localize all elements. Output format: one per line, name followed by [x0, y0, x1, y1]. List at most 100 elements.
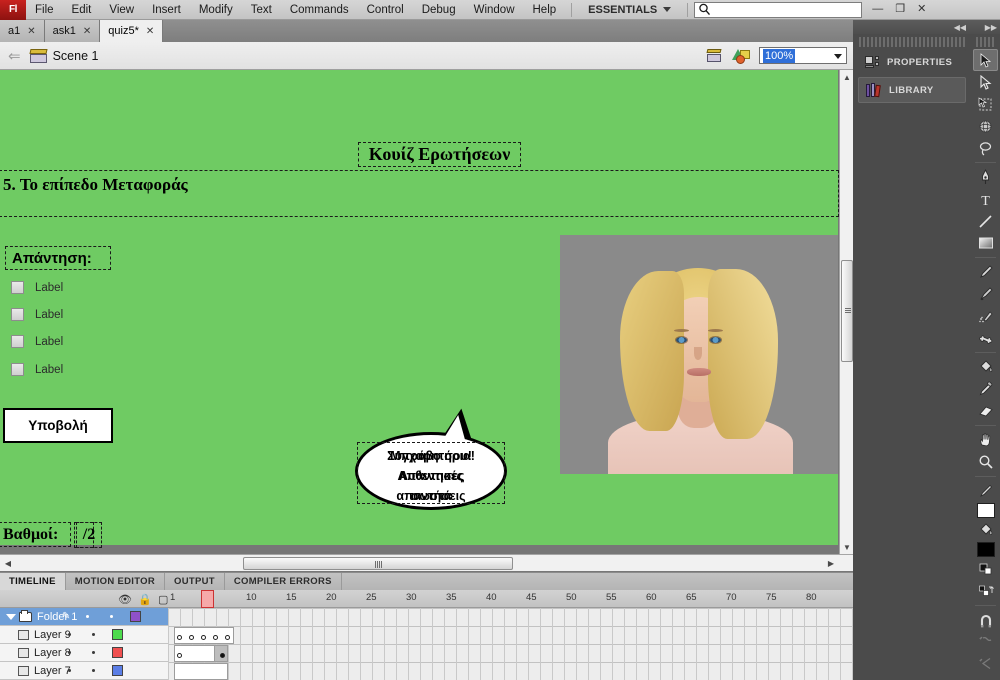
checkbox-row-3[interactable]: Label [11, 335, 63, 348]
frame-span-layer7[interactable] [174, 663, 228, 680]
menu-debug[interactable]: Debug [413, 0, 465, 20]
textfield-answer-label[interactable]: Απάντηση: [5, 246, 111, 270]
menu-view[interactable]: View [100, 0, 143, 20]
checkbox-icon[interactable] [11, 308, 24, 321]
paint-bucket-tool[interactable] [973, 356, 998, 378]
menu-control[interactable]: Control [358, 0, 413, 20]
zoom-level-input[interactable]: 100% [759, 47, 847, 64]
layer-color-swatch[interactable] [112, 647, 123, 658]
lock-icon[interactable]: 🔒 [138, 593, 152, 606]
edit-symbols-icon[interactable] [732, 48, 751, 64]
tab-compiler-errors[interactable]: COMPILER ERRORS [225, 573, 342, 590]
lock-dot[interactable] [92, 669, 95, 672]
stroke-color-swatch[interactable] [976, 503, 995, 518]
textfield-quiz-title[interactable]: Κουίζ Ερωτήσεων [358, 142, 521, 167]
expand-right-icon[interactable]: ▶▶ [985, 23, 997, 32]
scroll-left-icon[interactable]: ◀ [1, 556, 15, 570]
lasso-tool[interactable] [973, 137, 998, 159]
blonde-female-avatar[interactable] [560, 235, 838, 474]
panel-item-library[interactable]: LIBRARY [858, 77, 966, 103]
layer-row-layer-8[interactable]: Layer 8 [0, 644, 168, 662]
zoom-tool[interactable] [973, 451, 998, 473]
checkbox-icon[interactable] [11, 281, 24, 294]
selection-arrow-tool[interactable] [973, 49, 998, 71]
panel-drag-grip[interactable] [859, 37, 965, 47]
search-input[interactable] [694, 1, 863, 18]
workspace-switcher[interactable]: ESSENTIALS [578, 4, 681, 16]
fill-color-bucket-icon[interactable] [973, 519, 998, 541]
layer-color-swatch[interactable] [112, 665, 123, 676]
straighten-icon[interactable] [973, 653, 998, 675]
checkbox-row-2[interactable]: Label [11, 308, 63, 321]
close-button[interactable]: ✕ [917, 4, 926, 15]
menu-help[interactable]: Help [524, 0, 566, 20]
keyframe-dot[interactable] [177, 635, 182, 640]
frame-grid[interactable] [168, 608, 853, 680]
keyframe-dot[interactable] [213, 635, 218, 640]
chevron-down-icon[interactable] [834, 54, 842, 59]
visibility-dot[interactable] [86, 615, 89, 618]
minimize-button[interactable]: — [872, 4, 883, 15]
speech-bubble[interactable]: Συγχαρητήρια! Απάντησες σωστά Μπράβο σου… [355, 404, 507, 510]
stage[interactable]: Κουίζ Ερωτήσεων 5. Το επίπεδο Μεταφοράς … [0, 70, 839, 548]
close-icon[interactable]: ✕ [83, 26, 91, 37]
layer-row-layer-9[interactable]: Layer 9 [0, 626, 168, 644]
scroll-down-icon[interactable]: ▼ [840, 540, 854, 554]
rectangle-tool[interactable] [973, 232, 998, 254]
textfield-question[interactable]: 5. Το επίπεδο Μεταφοράς [0, 170, 839, 217]
brush-tool[interactable] [973, 283, 998, 305]
app-logo[interactable]: Fl [0, 0, 26, 20]
tab-motion-editor[interactable]: MOTION EDITOR [66, 573, 165, 590]
vscroll-thumb[interactable] [841, 260, 853, 362]
menu-window[interactable]: Window [465, 0, 524, 20]
checkbox-icon[interactable] [11, 363, 24, 376]
timeline-ruler[interactable]: 1 5 10 15 20 25 30 35 40 45 50 55 60 65 … [168, 590, 853, 608]
chevron-down-icon[interactable] [6, 613, 16, 620]
keyframe-dot[interactable] [201, 635, 206, 640]
close-icon[interactable]: ✕ [146, 26, 154, 37]
line-tool[interactable] [973, 210, 998, 232]
outline-icon[interactable]: ▢ [158, 593, 168, 606]
visibility-dot[interactable] [68, 669, 71, 672]
menu-modify[interactable]: Modify [190, 0, 242, 20]
back-arrow-icon[interactable]: ⇐ [8, 47, 21, 65]
checkbox-icon[interactable] [11, 335, 24, 348]
maximize-button[interactable]: ❐ [895, 4, 905, 15]
score-total-field[interactable]: /2 [76, 522, 102, 548]
black-and-white-icon[interactable] [973, 558, 998, 580]
hscroll-thumb[interactable] [243, 557, 513, 570]
pencil-tool[interactable] [973, 261, 998, 283]
smooth-icon[interactable] [973, 631, 998, 653]
swap-colors-icon[interactable] [973, 580, 998, 602]
fill-color-swatch[interactable] [976, 542, 995, 557]
keyframe-dot[interactable] [225, 635, 230, 640]
subselection-tool[interactable] [973, 71, 998, 93]
textfield-score-label[interactable]: Βαθμοί: [0, 522, 71, 547]
canvas-area[interactable]: Κουίζ Ερωτήσεων 5. Το επίπεδο Μεταφοράς … [0, 70, 853, 572]
stage-vertical-scrollbar[interactable]: ▲ ▼ [839, 70, 853, 554]
stage-horizontal-scrollbar[interactable]: ◀ ▶ [0, 554, 853, 571]
menu-file[interactable]: File [26, 0, 63, 20]
menu-text[interactable]: Text [242, 0, 281, 20]
text-tool[interactable]: T [973, 188, 998, 210]
hand-tool[interactable] [973, 429, 998, 451]
panel-item-properties[interactable]: PROPERTIES [858, 49, 966, 75]
scene-label[interactable]: Scene 1 [53, 49, 99, 63]
tab-a1[interactable]: a1 ✕ [0, 20, 45, 42]
lock-dot[interactable] [110, 615, 113, 618]
layer-color-swatch[interactable] [130, 611, 141, 622]
menu-insert[interactable]: Insert [143, 0, 190, 20]
keyframe-dot[interactable] [177, 653, 182, 658]
playhead-marker[interactable] [201, 590, 214, 608]
tab-quiz5[interactable]: quiz5* ✕ [100, 20, 164, 42]
menu-edit[interactable]: Edit [63, 0, 101, 20]
lock-dot[interactable] [92, 651, 95, 654]
checkbox-row-1[interactable]: Label [11, 281, 63, 294]
keyframe-dot[interactable] [189, 635, 194, 640]
tab-ask1[interactable]: ask1 ✕ [44, 20, 101, 42]
menu-commands[interactable]: Commands [281, 0, 358, 20]
edit-scene-icon[interactable] [706, 48, 724, 64]
tools-drag-grip[interactable] [976, 37, 995, 47]
layer-row-folder-1[interactable]: Folder 1 ✎ [0, 608, 168, 626]
eye-icon[interactable]: 👁 [118, 593, 132, 606]
